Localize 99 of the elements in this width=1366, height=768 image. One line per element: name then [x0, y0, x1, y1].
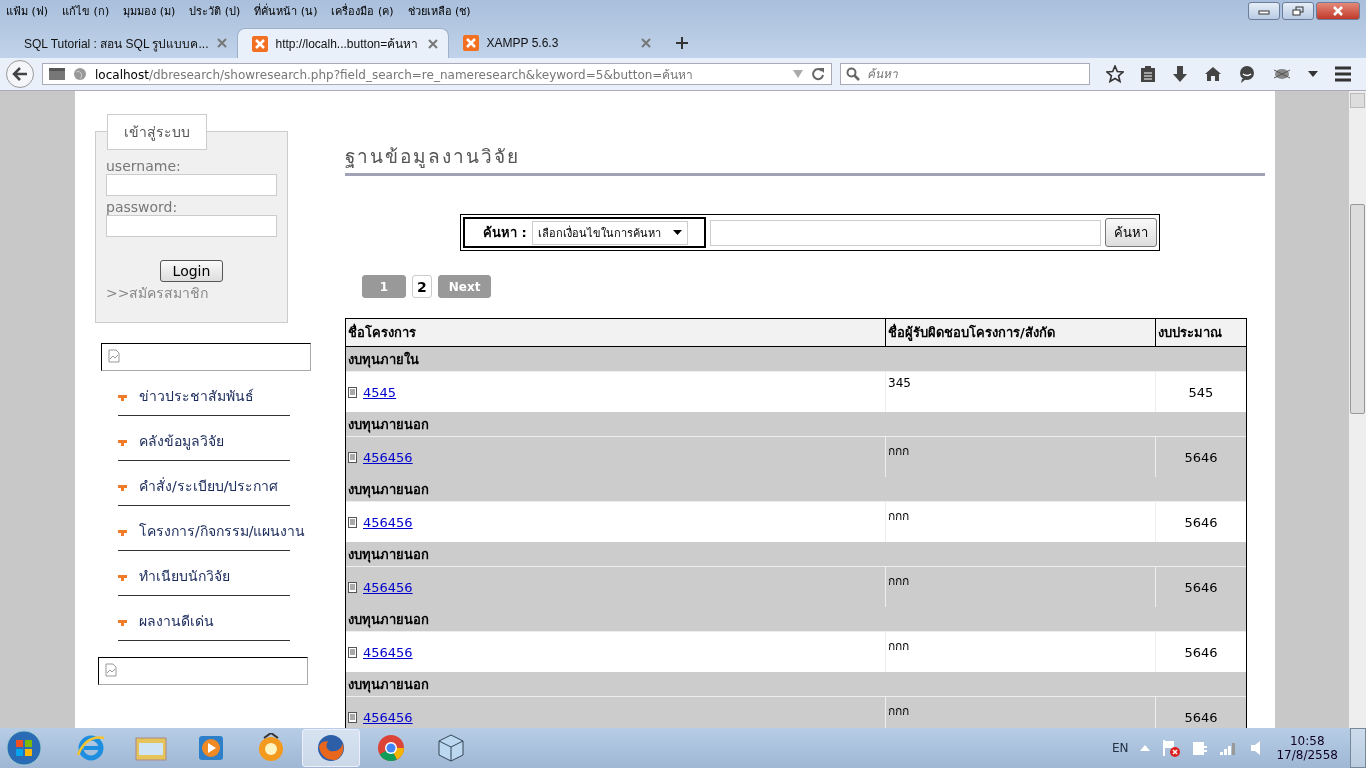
dropdown-icon[interactable]: [793, 70, 803, 78]
chat-icon[interactable]: [1238, 65, 1256, 83]
address-field[interactable]: localhost/dbresearch/showresearch.php?field_search=re_nameresearch&keyword=5&button=ค้นหา: [42, 63, 832, 85]
column-header: ชื่อผู้รับผิดชอบโครงการ/สังกัด: [886, 319, 1156, 346]
document-icon: [348, 451, 357, 463]
sidebar-item[interactable]: ทำเนียบนักวิจัย: [118, 551, 230, 595]
clock-date[interactable]: 17/8/2558: [1276, 748, 1338, 762]
close-tab-icon[interactable]: [216, 38, 227, 48]
search-label: ค้นหา :: [483, 224, 527, 242]
sidebar-item[interactable]: ผลงานดีเด่น: [118, 596, 214, 640]
e-logo-icon: [76, 733, 106, 763]
condition-dropdown[interactable]: เลือกเงื่อนไขในการค้นหา: [531, 220, 688, 245]
category-row: งบทุนภายนอก: [346, 672, 1246, 697]
star-icon[interactable]: [1106, 65, 1124, 83]
password-label: password:: [106, 199, 179, 215]
caret-icon[interactable]: [1308, 71, 1318, 77]
column-header: งบประมาณ: [1157, 324, 1223, 342]
browser-tab[interactable]: http://localh...button=ค้นหา: [236, 28, 449, 58]
close-tab-icon[interactable]: [640, 38, 651, 48]
project-link[interactable]: 456456: [363, 644, 413, 660]
keyword-field[interactable]: [709, 219, 1101, 246]
category-row: งบทุนภายนอก: [346, 412, 1246, 437]
table-cell-text: 5646: [1183, 578, 1219, 597]
reload-icon[interactable]: [811, 67, 825, 81]
close-button[interactable]: [1316, 2, 1360, 20]
menu-icon[interactable]: [1334, 66, 1352, 82]
back-arrow-icon: [12, 67, 28, 81]
home-icon[interactable]: [1204, 66, 1222, 82]
language-indicator[interactable]: EN: [1111, 741, 1129, 755]
caret-icon: [672, 230, 682, 235]
globe-icon: [73, 67, 87, 81]
show-desktop-button[interactable]: [1350, 728, 1366, 768]
document-icon: [348, 581, 357, 593]
folder-icon: [135, 734, 167, 762]
table-cell-text: 5646: [1183, 448, 1219, 467]
play-icon: [197, 734, 225, 762]
project-link[interactable]: 456456: [363, 709, 413, 725]
close-tab-icon[interactable]: [427, 38, 438, 49]
minimize-icon: [1258, 7, 1270, 15]
menu-item[interactable]: มุมมอง (ม): [123, 2, 176, 20]
broken-image-icon: [108, 349, 120, 363]
clipboard-icon[interactable]: [1140, 65, 1156, 83]
search-field[interactable]: ค้นหา: [840, 63, 1090, 85]
scrollbar[interactable]: [1349, 91, 1366, 728]
category-row: งบทุนภายนอก: [346, 542, 1246, 567]
menu-item[interactable]: แฟ้ม (ฟ): [6, 2, 49, 20]
grid-icon: [49, 68, 65, 80]
power-plug-icon[interactable]: [1192, 739, 1209, 757]
close-icon: [1332, 6, 1344, 16]
up-arrow-icon[interactable]: [1140, 745, 1151, 751]
cube-icon: [437, 733, 465, 763]
project-link[interactable]: 456456: [363, 514, 413, 530]
category-row: งบทุนภายใน: [346, 347, 1246, 372]
sidebar-item[interactable]: คลังข้อมูลวิจัย: [118, 416, 224, 460]
page-title: ฐานข้อมูลงานวิจัย: [345, 141, 1265, 176]
back-button[interactable]: [6, 60, 34, 88]
login-legend: เข้าสู่ระบบ: [107, 114, 207, 150]
url-text: localhost/dbresearch/showresearch.php?field_search=re_nameresearch&keyword=5&button=ค้นหา: [95, 66, 695, 84]
clock-time[interactable]: 10:58: [1289, 734, 1325, 748]
table-cell-text: 5646: [1183, 643, 1219, 662]
minimize-button[interactable]: [1248, 2, 1280, 20]
fox-globe-icon: [316, 733, 346, 763]
sidebar-item[interactable]: คำสั่ง/ระเบียบ/ประกาศ: [118, 461, 279, 505]
username-field[interactable]: [106, 174, 277, 196]
table-cell-text: 5646: [1183, 708, 1219, 727]
column-header: ชื่อโครงการ: [346, 319, 886, 346]
restore-icon: [1292, 6, 1304, 16]
bug-icon[interactable]: [1272, 67, 1292, 81]
new-tab-icon[interactable]: [674, 36, 689, 50]
category-row: งบทุนภายนอก: [346, 607, 1246, 632]
table-cell-text: 5646: [1183, 513, 1219, 532]
table-cell-text: 545: [1187, 383, 1215, 402]
broken-image-icon: [105, 663, 117, 677]
menu-item[interactable]: ประวัติ (ป): [189, 2, 241, 20]
project-link[interactable]: 456456: [363, 579, 413, 595]
start-button[interactable]: [6, 730, 42, 766]
sidebar-item[interactable]: ข่าวประชาสัมพันธ์: [118, 371, 254, 415]
taskbar-button[interactable]: [302, 729, 360, 767]
flag-icon[interactable]: [1162, 739, 1181, 757]
password-field[interactable]: [106, 215, 277, 237]
sidebar-item[interactable]: โครงการ/กิจกรรม/แผนงาน: [118, 506, 306, 550]
category-row: งบทุนภายนอก: [346, 477, 1246, 502]
download-icon[interactable]: [1172, 65, 1188, 83]
project-link[interactable]: 456456: [363, 449, 413, 465]
username-label: username:: [106, 158, 182, 174]
restore-button[interactable]: [1282, 2, 1314, 20]
search-button[interactable]: ค้นหา: [1105, 218, 1157, 247]
chrome-icon: [376, 733, 406, 763]
menu-item[interactable]: แก้ไข (ก): [62, 2, 110, 20]
browser-tab[interactable]: SQL Tutorial : สอน SQL รูปแบบค...: [10, 28, 237, 58]
menu-item[interactable]: ที่คั่นหน้า (น): [254, 2, 318, 20]
page-button[interactable]: 2: [412, 275, 432, 298]
login-button[interactable]: Login: [159, 260, 224, 282]
ball-icon: [256, 733, 286, 763]
document-icon: [348, 711, 357, 723]
menu-item[interactable]: เครื่องมือ (ค): [331, 2, 394, 20]
browser-tab[interactable]: XAMPP 5.6.3: [448, 28, 661, 58]
menu-item[interactable]: ช่วยเหลือ (ช): [407, 2, 471, 20]
project-link[interactable]: 4545: [363, 384, 397, 400]
